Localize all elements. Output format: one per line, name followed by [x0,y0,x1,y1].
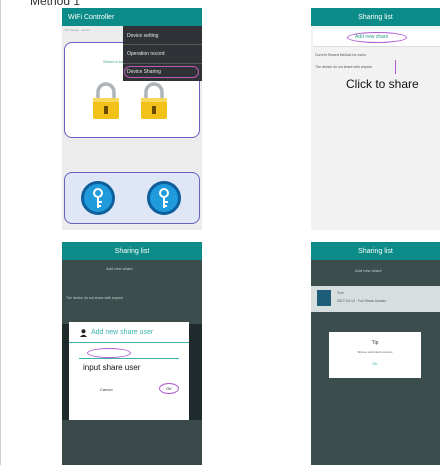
ok-button[interactable]: OK [166,386,172,391]
method-heading: Method 1 [30,0,81,8]
list-item-name: Tom [337,291,344,295]
key-button[interactable] [81,181,115,215]
dialog-title: Add new share user [91,329,154,336]
menu-item-device-setting[interactable]: Device setting [127,33,158,39]
add-share-label: Add new share [355,268,382,273]
screen-add-share-dialog: Sharing list Add new share The device do… [62,242,202,465]
padlock-icon[interactable] [91,81,121,121]
ok-button[interactable]: OK [329,361,421,366]
key-icon [159,188,169,208]
padlock-icon[interactable] [139,81,169,121]
tip-dialog: Tip Shares submitted success OK [329,332,421,378]
share-user-input[interactable] [79,358,179,359]
annotation-label: input share user [83,363,141,372]
app-title-bar: WiFi Controller [62,8,202,26]
menu-divider [123,44,202,45]
dimmed-background [62,420,202,465]
annotation-arrow [395,60,396,74]
app-title-bar: Sharing list [311,242,440,260]
highlight-oval [87,348,131,358]
menu-divider [123,63,202,64]
app-title-bar: Sharing list [311,8,440,26]
key-icon [93,188,103,208]
list-item-detail: 2017-04-13 · Full Share Access [337,299,387,303]
dialog-message: Shares submitted success [357,350,393,354]
app-title: Sharing list [358,247,393,255]
app-title: Sharing list [358,13,393,21]
key-button[interactable] [147,181,181,215]
screen-sharing-list: Sharing list Add new share Current Share… [311,8,440,230]
add-share-label: Add new share [355,34,389,40]
add-user-dialog: Add new share user input share user Canc… [69,322,189,420]
screen-share-success: Sharing list Add new share Tom 2017-04-1… [311,242,440,465]
cancel-button[interactable]: Cancel [100,387,112,392]
user-icon [80,329,87,337]
app-title: WiFi Controller [68,13,115,21]
screen-device-menu: WiFi Controller The Mayan · Admin Select… [62,8,202,230]
add-share-label: Add new share [106,266,133,271]
app-title: Sharing list [114,247,150,255]
list-item[interactable]: Tom 2017-04-13 · Full Share Access [311,286,440,312]
dialog-divider [69,342,189,343]
app-title-bar: Sharing list [62,242,202,260]
add-share-button[interactable]: Add new share [313,29,440,47]
empty-message: The device do not share with anyone [315,65,373,69]
share-hint: Current Shared list/Add for users [315,53,366,57]
dialog-title: Tip [371,340,379,346]
page-border-line [0,0,1,465]
annotation-label: Click to share [346,77,419,91]
overflow-menu: Device setting Operation record Device S… [123,26,202,81]
highlight-oval [124,66,199,78]
empty-message: The device do not share with anyone [66,296,124,300]
menu-item-operation-record[interactable]: Operation record [127,51,165,57]
dimmed-background: Add new share The device do not share wi… [62,260,202,324]
key-panel [64,172,200,224]
user-avatar [317,290,331,306]
screen-subtitle: The Mayan · Admin [64,28,91,32]
